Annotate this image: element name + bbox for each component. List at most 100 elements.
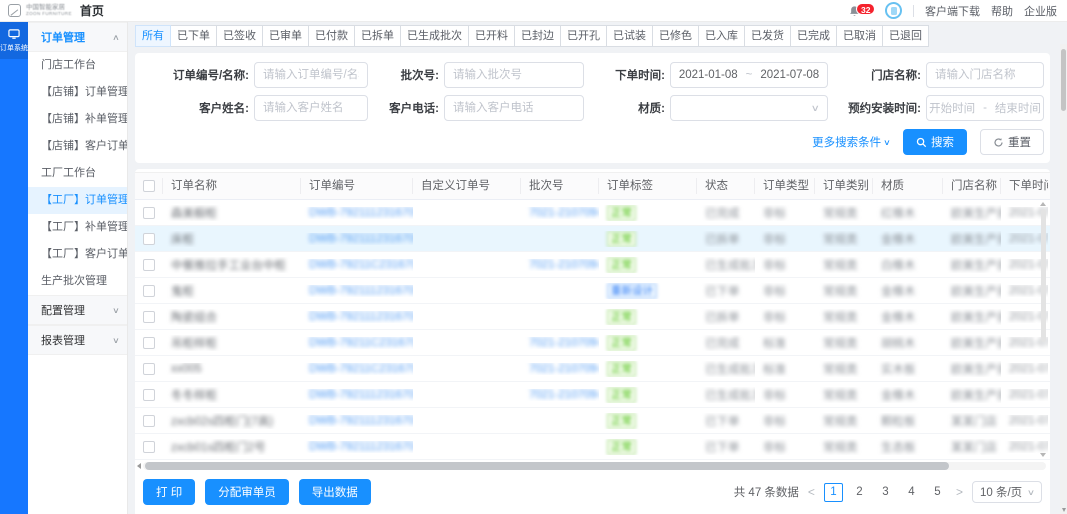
page-3[interactable]: 3	[876, 483, 895, 502]
table-vertical-scrollbar[interactable]	[1039, 202, 1047, 457]
more-filters-link[interactable]: 更多搜索条件 ∨	[812, 134, 890, 150]
batch-number-link[interactable]: 7021-210709-32	[529, 363, 599, 375]
install-time-range[interactable]: 开始时间 - 结束时间	[926, 95, 1044, 121]
print-button[interactable]: 打 印	[143, 479, 195, 505]
tab-0[interactable]: 所有	[135, 25, 171, 47]
scroll-down-arrow[interactable]	[1040, 453, 1046, 457]
order-number-link[interactable]: DWB-79211C23167086	[309, 363, 413, 375]
sidebar-item[interactable]: 【店铺】订单管理	[28, 79, 127, 106]
enterprise-link[interactable]: 企业版	[1024, 3, 1057, 19]
row-checkbox[interactable]	[143, 311, 155, 323]
order-number-link[interactable]: DWB-79211123167083	[309, 285, 413, 297]
row-checkbox[interactable]	[143, 389, 155, 401]
order-time-range[interactable]: 2021-01-08 ~ 2021-07-08	[670, 62, 828, 88]
table-horizontal-scrollbar[interactable]	[137, 461, 1046, 471]
tab-12[interactable]: 已入库	[698, 25, 745, 47]
tab-7[interactable]: 已开料	[468, 25, 515, 47]
tab-10[interactable]: 已试装	[606, 25, 653, 47]
batch-number-link[interactable]: 7021-210709-36	[529, 207, 599, 219]
store-name-input[interactable]	[926, 62, 1044, 88]
export-data-button[interactable]: 导出数据	[299, 479, 371, 505]
tab-1[interactable]: 已下单	[170, 25, 217, 47]
table-row[interactable]: 吊柜样柜 DWB-79211C23167085 7021-210709-34 正…	[135, 330, 1050, 356]
order-number-link[interactable]: DWB-79211123167080	[309, 207, 413, 219]
table-row[interactable]: 床柜 DWB-79211123167082 正常 已拆单 非标 常规类 金橡木 …	[135, 226, 1050, 252]
row-checkbox[interactable]	[143, 207, 155, 219]
table-row[interactable]: 冬冬样柜 DWB-79211123167087 7021-210709-31 正…	[135, 382, 1050, 408]
tab-16[interactable]: 已退回	[882, 25, 929, 47]
scroll-up-arrow[interactable]	[1040, 202, 1046, 206]
page-2[interactable]: 2	[850, 483, 869, 502]
prev-page-button[interactable]: <	[808, 485, 815, 499]
scroll-left-arrow[interactable]	[137, 463, 141, 469]
avatar[interactable]	[885, 2, 902, 19]
tab-9[interactable]: 已开孔	[560, 25, 607, 47]
table-row[interactable]: 中餐推拉手工业台中柜 DWB-79211C23167081 7021-21070…	[135, 252, 1050, 278]
batch-number-link[interactable]: 7021-210709-31	[529, 389, 599, 401]
batch-no-input[interactable]	[444, 62, 584, 88]
order-number-link[interactable]: DWB-79211123167082	[309, 233, 413, 245]
sidebar-item[interactable]: 订单管理∧	[28, 22, 127, 52]
page-scroll-down-arrow[interactable]	[1062, 508, 1066, 512]
order-number-link[interactable]: DWB-79211C23167085	[309, 337, 413, 349]
order-no-input[interactable]	[254, 62, 368, 88]
select-all-checkbox[interactable]	[143, 180, 155, 192]
row-checkbox[interactable]	[143, 233, 155, 245]
tab-13[interactable]: 已发货	[744, 25, 791, 47]
sidebar-item[interactable]: 配置管理∨	[28, 295, 127, 325]
search-button[interactable]: 搜索	[903, 129, 967, 155]
sidebar-item[interactable]: 工厂工作台	[28, 160, 127, 187]
tab-6[interactable]: 已生成批次	[400, 25, 469, 47]
sidebar-item[interactable]: 门店工作台	[28, 52, 127, 79]
page-scrollbar-thumb[interactable]	[1061, 49, 1066, 111]
page-4[interactable]: 4	[902, 483, 921, 502]
table-row[interactable]: zxcb01s四柜门2号 DWB-79211123167048 正常 已下单 非…	[135, 434, 1050, 460]
page-size-select[interactable]: 10 条/页 ∨	[972, 481, 1042, 503]
page-scrollbar[interactable]	[1060, 44, 1067, 514]
hscroll-track[interactable]	[143, 462, 1046, 470]
tab-4[interactable]: 已付款	[308, 25, 355, 47]
order-number-link[interactable]: DWB-79211123167048	[309, 441, 413, 453]
tab-14[interactable]: 已完成	[790, 25, 837, 47]
table-row[interactable]: 鬼柜 DWB-79211123167083 重新设计 已下单 非标 常规类 金橡…	[135, 278, 1050, 304]
sidebar-item[interactable]: 【店铺】客户订单	[28, 133, 127, 160]
table-row[interactable]: xx005 DWB-79211C23167086 7021-210709-32 …	[135, 356, 1050, 382]
rail-item-order-system[interactable]: 订单系统	[0, 22, 28, 59]
reset-button[interactable]: 重置	[980, 129, 1044, 155]
tab-15[interactable]: 已取消	[836, 25, 883, 47]
sidebar-item[interactable]: 生产批次管理	[28, 268, 127, 295]
client-download-link[interactable]: 客户端下载	[925, 3, 980, 19]
row-checkbox[interactable]	[143, 363, 155, 375]
customer-phone-input[interactable]	[444, 95, 584, 121]
material-select[interactable]: ∨	[670, 95, 828, 121]
assign-reviewer-button[interactable]: 分配审单员	[205, 479, 289, 505]
sidebar-item[interactable]: 【店铺】补单管理	[28, 106, 127, 133]
sidebar-item[interactable]: 【工厂】补单管理	[28, 214, 127, 241]
sidebar-item[interactable]: 【工厂】订单管理	[28, 187, 127, 214]
table-row[interactable]: zxcb02s四柜门(7高) DWB-79211123167047 正常 已下单…	[135, 408, 1050, 434]
row-checkbox[interactable]	[143, 415, 155, 427]
breadcrumb-home[interactable]: 首页	[80, 2, 104, 19]
tab-8[interactable]: 已封边	[514, 25, 561, 47]
row-checkbox[interactable]	[143, 285, 155, 297]
customer-name-input[interactable]	[254, 95, 368, 121]
order-number-link[interactable]: DWB-79211123167087	[309, 389, 413, 401]
notifications-button[interactable]: 32	[848, 3, 874, 19]
batch-number-link[interactable]: 7021-210709-32	[529, 259, 599, 271]
scroll-thumb[interactable]	[1041, 209, 1046, 342]
next-page-button[interactable]: >	[956, 485, 963, 499]
row-checkbox[interactable]	[143, 259, 155, 271]
sidebar-item[interactable]: 报表管理∨	[28, 325, 127, 355]
tab-2[interactable]: 已签收	[216, 25, 263, 47]
page-1[interactable]: 1	[824, 483, 843, 502]
tab-5[interactable]: 已拆单	[354, 25, 401, 47]
table-row[interactable]: 陶瓷组合 DWB-79211123167084 正常 已拆单 非标 常规类 金橡…	[135, 304, 1050, 330]
tab-3[interactable]: 已审单	[262, 25, 309, 47]
order-number-link[interactable]: DWB-79211C23167081	[309, 259, 413, 271]
help-link[interactable]: 帮助	[991, 3, 1013, 19]
tab-11[interactable]: 已修色	[652, 25, 699, 47]
row-checkbox[interactable]	[143, 337, 155, 349]
batch-number-link[interactable]: 7021-210709-34	[529, 337, 599, 349]
order-number-link[interactable]: DWB-79211123167084	[309, 311, 413, 323]
page-5[interactable]: 5	[928, 483, 947, 502]
